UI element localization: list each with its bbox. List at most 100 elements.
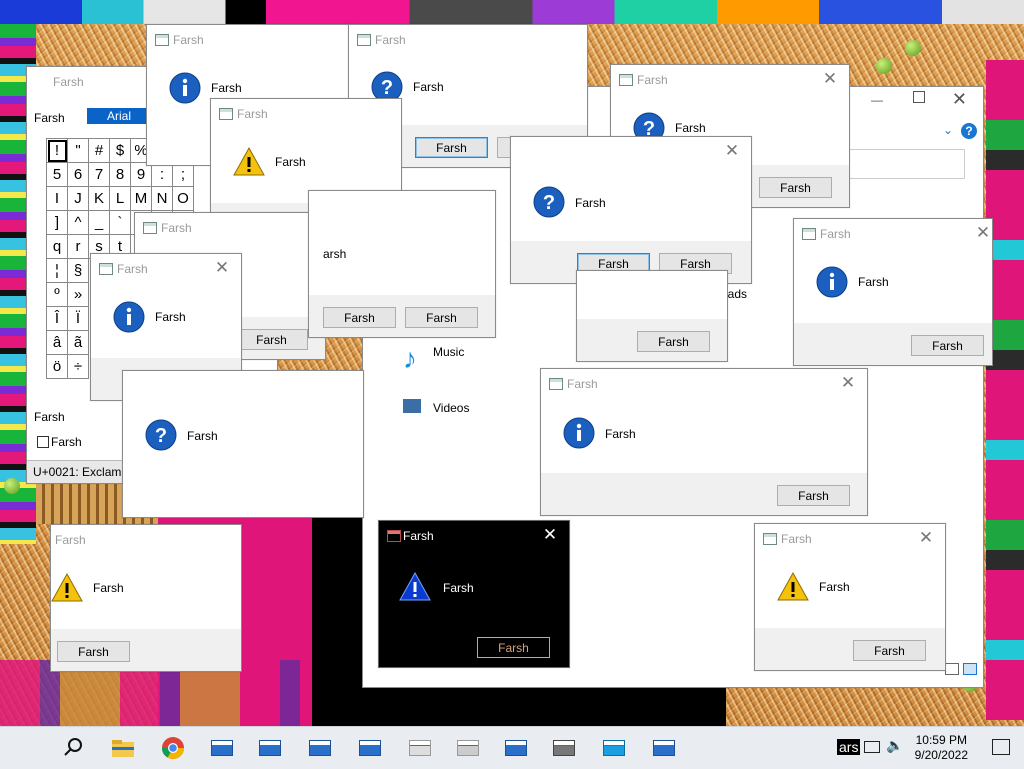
character-cell[interactable]: O: [172, 186, 194, 211]
character-cell[interactable]: §: [67, 258, 89, 283]
character-cell[interactable]: ": [67, 138, 89, 163]
dialog-button[interactable]: Farsh: [323, 307, 396, 328]
dialog-titlebar[interactable]: Farsh ✕: [379, 521, 569, 551]
message-dialog-dark[interactable]: Farsh ✕ Farsh Farsh: [378, 520, 570, 668]
dialog-button[interactable]: Farsh: [777, 485, 850, 506]
minimize-icon[interactable]: —: [871, 93, 883, 107]
close-icon[interactable]: ✕: [952, 89, 967, 110]
character-cell[interactable]: r: [67, 234, 89, 259]
maximize-icon[interactable]: [913, 91, 925, 103]
dialog-titlebar[interactable]: Farsh: [211, 99, 401, 129]
character-cell[interactable]: ÷: [67, 354, 89, 379]
dialog-button[interactable]: Farsh: [911, 335, 984, 356]
message-dialog[interactable]: ? Farsh: [122, 370, 364, 518]
dialog-titlebar[interactable]: Farsh: [349, 25, 587, 55]
character-cell[interactable]: ]: [46, 210, 68, 235]
network-icon[interactable]: [864, 741, 880, 753]
app-window-icon[interactable]: [306, 735, 332, 761]
message-dialog[interactable]: Farsh ✕ Farsh Farsh: [793, 218, 993, 366]
character-cell[interactable]: 5: [46, 162, 68, 187]
character-cell[interactable]: !: [46, 138, 68, 163]
character-cell[interactable]: $: [109, 138, 131, 163]
dialog-titlebar[interactable]: Farsh ✕: [611, 65, 849, 95]
advanced-view-checkbox[interactable]: [37, 436, 49, 448]
dialog-titlebar[interactable]: Farsh ✕: [541, 369, 867, 399]
app-window-icon[interactable]: [454, 735, 480, 761]
character-cell[interactable]: 7: [88, 162, 110, 187]
message-dialog[interactable]: Farsh ✕ Farsh Farsh: [754, 523, 946, 671]
character-cell[interactable]: Ï: [67, 306, 89, 331]
character-cell[interactable]: Î: [46, 306, 68, 331]
notification-icon[interactable]: [992, 739, 1010, 755]
app-window-icon[interactable]: [502, 735, 528, 761]
character-cell[interactable]: º: [46, 282, 68, 307]
message-dialog[interactable]: arsh Farsh Farsh: [308, 190, 496, 338]
message-dialog[interactable]: Farsh: [576, 270, 728, 362]
dialog-titlebar[interactable]: Farsh ✕: [91, 254, 241, 284]
app-window-icon[interactable]: [406, 735, 432, 761]
clock[interactable]: 10:59 PM 9/20/2022: [915, 733, 968, 763]
dialog-button[interactable]: Farsh: [477, 637, 550, 658]
character-cell[interactable]: 8: [109, 162, 131, 187]
dialog-button[interactable]: Farsh: [235, 329, 308, 350]
character-cell[interactable]: ¦: [46, 258, 68, 283]
character-cell[interactable]: »: [67, 282, 89, 307]
app-window-icon[interactable]: [550, 735, 576, 761]
character-cell[interactable]: ö: [46, 354, 68, 379]
view-details-icon[interactable]: [945, 663, 959, 675]
character-cell[interactable]: L: [109, 186, 131, 211]
close-icon[interactable]: ✕: [917, 529, 935, 547]
dialog-titlebar[interactable]: Farsh ✕: [794, 219, 992, 249]
app-window-icon[interactable]: [356, 735, 382, 761]
message-dialog[interactable]: ✕ ? Farsh Farsh Farsh: [510, 136, 752, 284]
close-icon[interactable]: ✕: [839, 374, 857, 392]
app-window-icon[interactable]: [256, 735, 282, 761]
character-cell[interactable]: ã: [67, 330, 89, 355]
close-icon[interactable]: ✕: [213, 259, 231, 277]
dialog-titlebar[interactable]: Farsh: [147, 25, 353, 55]
message-dialog[interactable]: Farsh ✕ Farsh Farsh: [540, 368, 868, 516]
character-cell[interactable]: ^: [67, 210, 89, 235]
character-cell[interactable]: J: [67, 186, 89, 211]
character-cell[interactable]: 6: [67, 162, 89, 187]
dialog-button[interactable]: Farsh: [759, 177, 832, 198]
character-cell[interactable]: K: [88, 186, 110, 211]
character-cell[interactable]: _: [88, 210, 110, 235]
character-cell[interactable]: M: [130, 186, 152, 211]
dialog-titlebar[interactable]: ✕: [511, 137, 751, 167]
close-icon[interactable]: ✕: [821, 70, 839, 88]
close-icon[interactable]: ✕: [974, 224, 992, 242]
dialog-titlebar[interactable]: Farsh ✕: [755, 524, 945, 554]
search-icon[interactable]: [60, 735, 86, 761]
file-explorer-icon[interactable]: [110, 735, 136, 761]
explorer-item-music[interactable]: ♪ Music: [403, 343, 464, 375]
volume-icon[interactable]: 🔈: [886, 737, 903, 754]
chevron-down-icon[interactable]: ⌄: [943, 123, 953, 137]
dialog-titlebar[interactable]: Farsh: [135, 213, 325, 243]
character-cell[interactable]: :: [151, 162, 173, 187]
character-cell[interactable]: q: [46, 234, 68, 259]
help-icon[interactable]: ?: [961, 123, 977, 139]
character-cell[interactable]: `: [109, 210, 131, 235]
dialog-button[interactable]: Farsh: [57, 641, 130, 662]
character-cell[interactable]: N: [151, 186, 173, 211]
character-cell[interactable]: #: [88, 138, 110, 163]
app-window-icon[interactable]: [650, 735, 676, 761]
dialog-button[interactable]: Farsh: [853, 640, 926, 661]
character-cell[interactable]: â: [46, 330, 68, 355]
chrome-icon[interactable]: [160, 735, 186, 761]
character-cell[interactable]: 9: [130, 162, 152, 187]
dialog-titlebar[interactable]: Farsh: [51, 525, 241, 555]
close-icon[interactable]: ✕: [541, 526, 559, 544]
app-window-icon[interactable]: [600, 735, 626, 761]
dialog-button[interactable]: Farsh: [405, 307, 478, 328]
message-dialog[interactable]: Farsh Farsh Farsh: [50, 524, 242, 672]
dialog-button[interactable]: Farsh: [637, 331, 710, 352]
app-window-icon[interactable]: [208, 735, 234, 761]
view-tiles-icon[interactable]: [963, 663, 977, 675]
explorer-item-videos[interactable]: Videos: [403, 399, 469, 416]
close-icon[interactable]: ✕: [723, 142, 741, 160]
character-cell[interactable]: ;: [172, 162, 194, 187]
dialog-button[interactable]: Farsh: [415, 137, 488, 158]
character-cell[interactable]: I: [46, 186, 68, 211]
